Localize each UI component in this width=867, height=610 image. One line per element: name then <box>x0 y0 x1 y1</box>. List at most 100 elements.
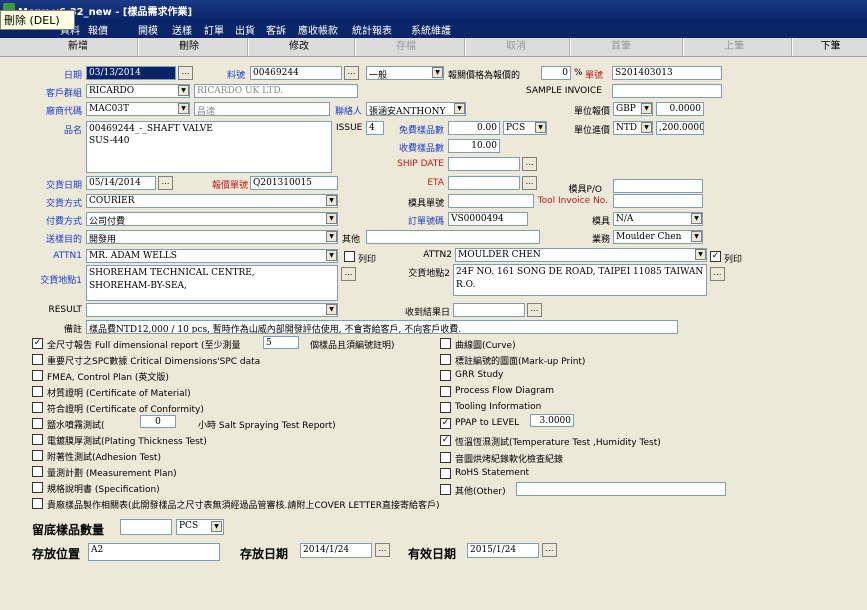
mold-po-input[interactable] <box>613 179 703 193</box>
full-dimensional-count-input[interactable]: 5 <box>263 336 299 349</box>
check-plating[interactable] <box>32 434 43 445</box>
store-date-picker-button[interactable]: … <box>375 543 390 557</box>
vendor-dropdown-icon[interactable]: ▼ <box>178 103 189 114</box>
free-unit-dropdown-icon[interactable]: ▼ <box>535 122 546 133</box>
part-input[interactable]: 00469244 <box>250 66 342 80</box>
check-cover-letter[interactable] <box>32 498 43 509</box>
delivery-picker-button[interactable]: … <box>158 176 173 190</box>
mold-sheet-input[interactable] <box>448 194 534 208</box>
purpose-dropdown-icon[interactable]: ▼ <box>326 231 337 242</box>
check-adhesion[interactable] <box>32 450 43 461</box>
free-qty-input[interactable]: 0.00 <box>448 121 500 135</box>
contact-dropdown-icon[interactable]: ▼ <box>454 103 465 114</box>
note-input[interactable]: 樣品費NTD12,000 / 10 pcs, 暫時作為山威內部開發評估使用, 不… <box>86 320 678 334</box>
check-curve[interactable] <box>440 338 451 349</box>
ppap-level-input[interactable]: 3.0000 <box>530 414 574 427</box>
date-input[interactable]: 03/13/2014 <box>86 66 176 80</box>
menu-quote[interactable]: 報價 <box>88 22 108 37</box>
valid-date-picker-button[interactable]: … <box>542 543 557 557</box>
cancel-button[interactable]: 取消 <box>465 38 566 56</box>
edit-button[interactable]: 修改 <box>248 38 349 56</box>
check-full-dimensional[interactable]: ✓ <box>32 338 43 349</box>
attn1-print-checkbox[interactable] <box>344 251 355 262</box>
menu-system[interactable]: 系統維護 <box>411 22 451 37</box>
retain-qty-input[interactable] <box>120 519 172 535</box>
other-input[interactable] <box>366 230 540 244</box>
result-dropdown-icon[interactable]: ▼ <box>326 304 337 315</box>
sheet-input[interactable]: S201403013 <box>612 66 722 80</box>
first-button[interactable]: 首筆 <box>570 38 671 56</box>
vendor-select[interactable]: MAC03T <box>86 102 190 116</box>
menu-mold[interactable]: 開模 <box>138 22 158 37</box>
check-baking-record[interactable] <box>440 452 451 463</box>
check-other[interactable] <box>440 484 451 495</box>
addr1-textarea[interactable]: SHOREHAM TECHNICAL CENTRE, SHOREHAM-BY-S… <box>86 265 338 301</box>
retain-unit-dropdown-icon[interactable]: ▼ <box>211 521 222 532</box>
save-button[interactable]: 存檔 <box>355 38 456 56</box>
date-picker-button[interactable]: … <box>178 66 193 80</box>
contact-select[interactable]: 張涵安ANTHONY <box>366 102 466 116</box>
type-dropdown-icon[interactable]: ▼ <box>432 67 443 78</box>
unit-in-input[interactable]: ,200.0000 <box>656 121 704 135</box>
sample-invoice-input[interactable] <box>612 84 722 98</box>
attn2-print-checkbox[interactable]: ✓ <box>710 251 721 262</box>
mold-select[interactable]: N/A <box>613 212 703 226</box>
menu-receivable[interactable]: 應收帳款 <box>298 22 338 37</box>
quote-pct-input[interactable]: 0 <box>541 66 571 80</box>
quote-no-input[interactable]: Q201310015 <box>250 176 338 190</box>
check-ppap[interactable]: ✓ <box>440 418 451 429</box>
menu-order[interactable]: 訂單 <box>204 22 224 37</box>
check-conformity[interactable] <box>32 402 43 413</box>
unit-in-currency-dropdown-icon[interactable]: ▼ <box>641 122 652 133</box>
other-requirement-input[interactable] <box>516 482 726 496</box>
check-salt-spray[interactable] <box>32 418 43 429</box>
part-lookup-button[interactable]: … <box>344 66 359 80</box>
eta-input[interactable] <box>448 176 520 190</box>
new-button[interactable]: 新增 <box>30 38 126 56</box>
delivery-input[interactable]: 05/14/2014 <box>86 176 156 190</box>
check-grr[interactable] <box>440 370 451 381</box>
check-specification[interactable] <box>32 482 43 493</box>
received-picker-button[interactable]: … <box>527 303 542 317</box>
salt-spray-hours-input[interactable]: 0 <box>140 415 176 428</box>
order-input[interactable]: VS0000494 <box>448 212 528 226</box>
check-fmea[interactable] <box>32 370 43 381</box>
group-select[interactable]: RICARDO <box>86 84 190 98</box>
unit-quote-input[interactable]: 0.0000 <box>656 102 704 116</box>
valid-date-input[interactable]: 2015/1/24 <box>467 543 539 558</box>
attn1-dropdown-icon[interactable]: ▼ <box>326 250 337 261</box>
ship-method-select[interactable]: COURIER <box>86 194 338 208</box>
addr2-lookup-button[interactable]: … <box>710 267 725 281</box>
menu-report[interactable]: 統計報表 <box>352 22 392 37</box>
charge-qty-input[interactable]: 10.00 <box>448 139 500 153</box>
biz-select[interactable]: Moulder Chen <box>613 230 703 244</box>
ship-date-picker-button[interactable]: … <box>522 157 537 171</box>
eta-picker-button[interactable]: … <box>522 176 537 190</box>
menu-ship[interactable]: 出貨 <box>235 22 255 37</box>
result-select[interactable] <box>86 303 338 317</box>
product-textarea[interactable]: 00469244_-_SHAFT VALVE SUS-440 <box>86 121 332 173</box>
check-material[interactable] <box>32 386 43 397</box>
attn2-dropdown-icon[interactable]: ▼ <box>695 249 706 260</box>
pay-select[interactable]: 公司付費 <box>86 212 338 226</box>
prev-button[interactable]: 上筆 <box>683 38 784 56</box>
issue-input[interactable]: 4 <box>366 121 384 135</box>
next-button[interactable]: 下筆 <box>792 38 867 56</box>
check-measurement-plan[interactable] <box>32 466 43 477</box>
storage-location-input[interactable]: A2 <box>88 543 220 561</box>
store-date-input[interactable]: 2014/1/24 <box>300 543 372 558</box>
attn2-select[interactable]: MOULDER CHEN <box>455 248 707 262</box>
delete-button[interactable]: 刪除 <box>138 38 239 56</box>
menu-sample[interactable]: 送樣 <box>172 22 192 37</box>
check-rohs[interactable] <box>440 468 451 479</box>
purpose-select[interactable]: 開發用 <box>86 230 338 244</box>
ship-method-dropdown-icon[interactable]: ▼ <box>326 195 337 206</box>
unit-quote-currency-dropdown-icon[interactable]: ▼ <box>641 103 652 114</box>
received-input[interactable] <box>453 303 525 317</box>
attn1-select[interactable]: MR. ADAM WELLS <box>86 249 338 263</box>
check-markup-print[interactable] <box>440 354 451 365</box>
group-dropdown-icon[interactable]: ▼ <box>178 85 189 96</box>
addr2-textarea[interactable]: 24F NO. 161 SONG DE ROAD, TAIPEI 11085 T… <box>453 264 707 296</box>
biz-dropdown-icon[interactable]: ▼ <box>691 231 702 242</box>
ship-date-input[interactable] <box>448 157 520 171</box>
